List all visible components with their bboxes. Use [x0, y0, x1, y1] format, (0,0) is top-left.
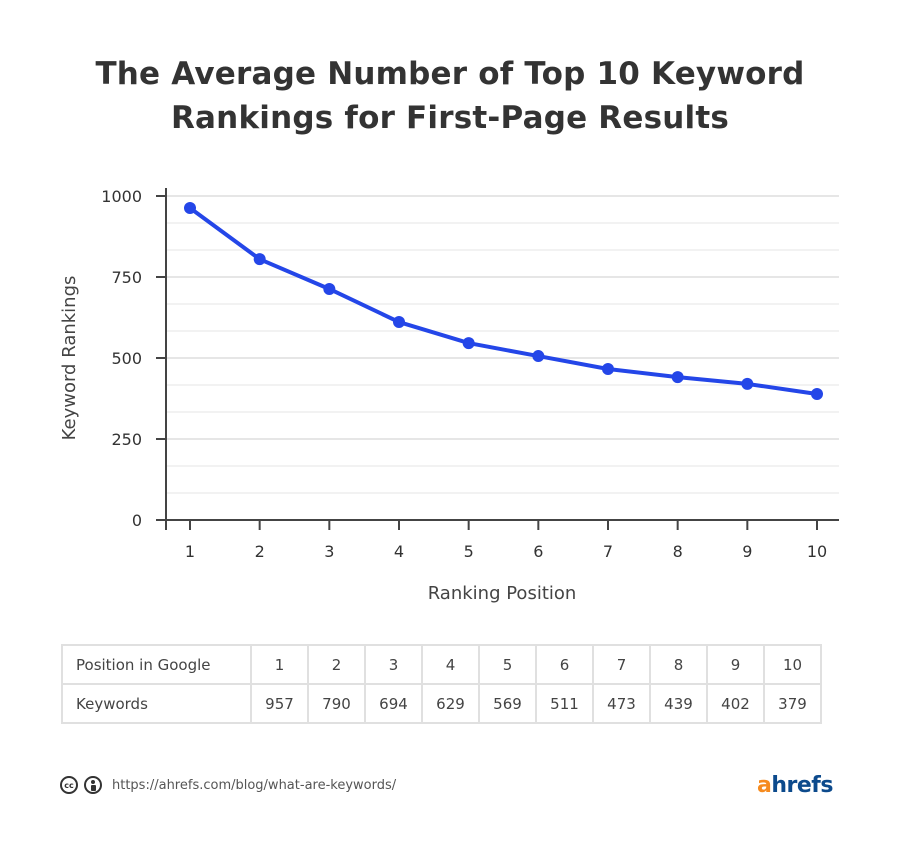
table-cell: 5 — [478, 644, 537, 685]
table-cell: 957 — [250, 683, 309, 724]
y-axis-ticks: 0 250 500 750 1000 — [101, 187, 166, 530]
data-point — [253, 253, 266, 266]
table-cell: 1 — [250, 644, 309, 685]
table-cell: 790 — [307, 683, 366, 724]
table-row-header: Position in Google — [61, 644, 252, 685]
y-tick-label: 0 — [132, 511, 142, 530]
data-point — [741, 377, 754, 390]
data-point — [671, 371, 684, 384]
table-cell: 473 — [592, 683, 651, 724]
x-axis-title: Ranking Position — [428, 583, 577, 604]
chart-title-line-1: The Average Number of Top 10 Keyword — [95, 56, 805, 92]
attribution-icon — [84, 776, 102, 794]
data-point — [602, 363, 614, 376]
table-cell: 379 — [763, 683, 822, 724]
table-cell: 8 — [649, 644, 708, 685]
x-tick-label: 4 — [394, 542, 404, 561]
table-cell: 2 — [307, 644, 366, 685]
x-tick-label: 9 — [742, 542, 752, 561]
logo-text: hrefs — [771, 773, 833, 798]
table-row: Position in Google 1 2 3 4 5 6 7 8 9 10 — [61, 644, 822, 685]
x-tick-label: 6 — [533, 542, 543, 561]
y-tick-label: 1000 — [101, 187, 142, 206]
table-cell: 694 — [364, 683, 423, 724]
table-row: Keywords 957 790 694 629 569 511 473 439 402 379 — [61, 683, 822, 724]
table-cell: 569 — [478, 683, 537, 724]
data-point — [184, 201, 196, 214]
series-line — [188, 205, 819, 396]
data-point — [811, 387, 823, 400]
cc-icon: cc — [60, 776, 78, 794]
x-tick-label: 7 — [603, 542, 613, 561]
table-cell: 6 — [535, 644, 594, 685]
series-keyword-rankings — [184, 201, 823, 400]
x-tick-label: 5 — [464, 542, 474, 561]
table-cell: 511 — [535, 683, 594, 724]
table-cell: 439 — [649, 683, 708, 724]
logo-letter-a: a — [757, 773, 772, 798]
table-cell: 7 — [592, 644, 651, 685]
table-cell: 4 — [421, 644, 480, 685]
data-point — [462, 337, 475, 350]
chart-title: The Average Number of Top 10 Keyword Ran… — [0, 52, 900, 140]
table-cell: 402 — [706, 683, 765, 724]
x-tick-label: 10 — [807, 542, 827, 561]
x-tick-label: 1 — [185, 542, 195, 561]
footer: cc https://ahrefs.com/blog/what-are-keyw… — [60, 776, 396, 794]
source-url[interactable]: https://ahrefs.com/blog/what-are-keyword… — [112, 778, 396, 793]
table-cell: 629 — [421, 683, 480, 724]
data-table: Position in Google 1 2 3 4 5 6 7 8 9 10 Keywords 957… — [61, 644, 822, 724]
x-tick-label: 8 — [673, 542, 683, 561]
data-point — [323, 282, 336, 295]
table-cell: 3 — [364, 644, 423, 685]
data-point — [393, 316, 405, 329]
y-axis-title: Keyword Rankings — [59, 276, 80, 441]
grid-lines — [166, 195, 839, 495]
x-tick-label: 2 — [255, 542, 265, 561]
data-point — [532, 350, 545, 363]
line-chart: 0 250 500 750 1000 1 2 3 4 5 6 7 8 9 10 Keyword Ranki… — [59, 187, 839, 604]
ahrefs-logo: ahrefs — [757, 773, 833, 798]
y-tick-label: 750 — [111, 268, 142, 287]
y-tick-label: 250 — [111, 430, 142, 449]
chart-title-line-2: Rankings for First-Page Results — [170, 100, 730, 136]
x-tick-label: 3 — [324, 542, 334, 561]
y-tick-label: 500 — [111, 349, 142, 368]
table-cell: 9 — [706, 644, 765, 685]
x-axis-ticks: 1 2 3 4 5 6 7 8 9 10 — [185, 520, 827, 561]
table-cell: 10 — [763, 644, 822, 685]
table-row-header: Keywords — [61, 683, 252, 724]
